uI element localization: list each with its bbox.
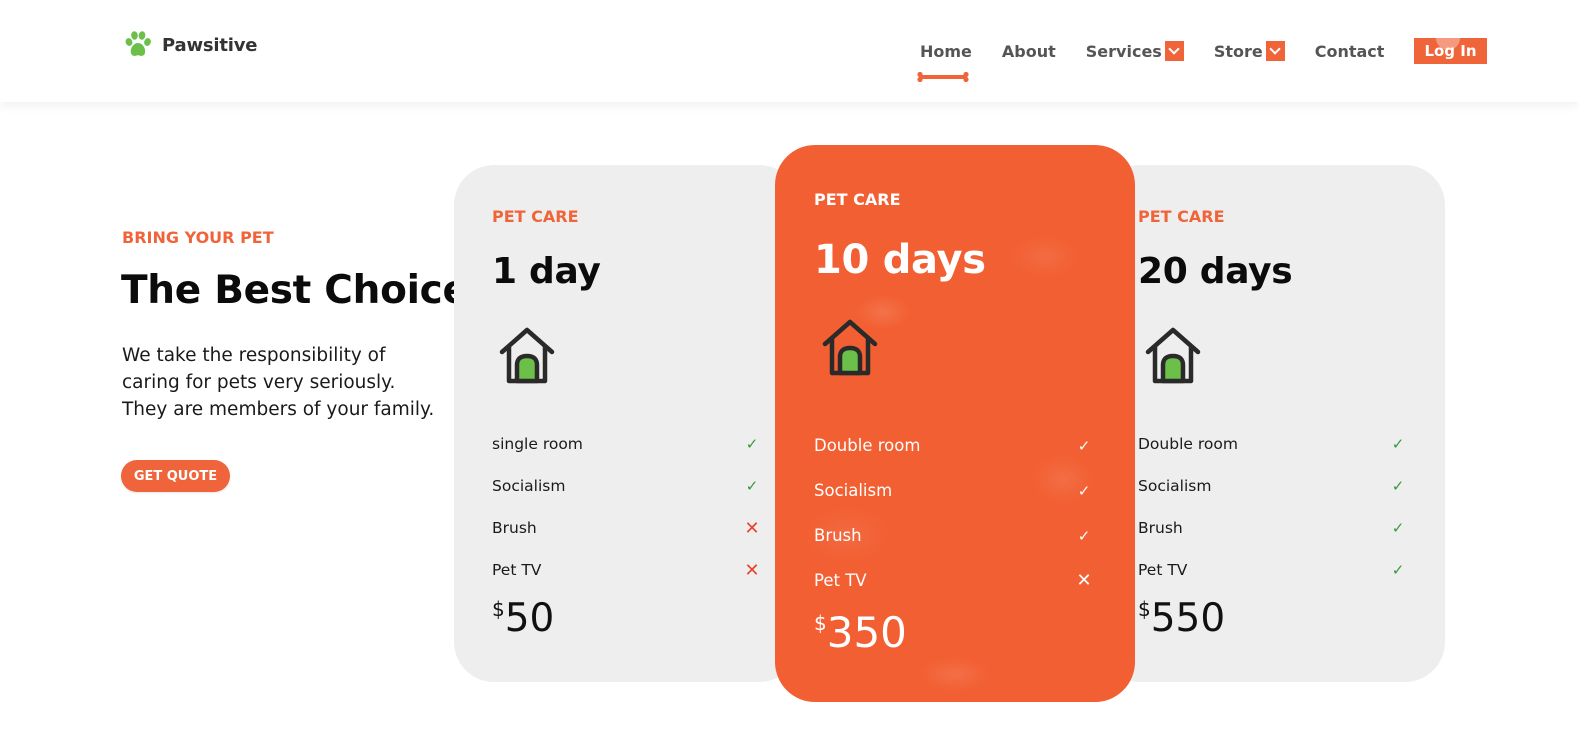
chevron-down-icon[interactable] (1164, 41, 1184, 61)
nav-home-label: Home (920, 41, 972, 61)
price-amount: 350 (826, 608, 907, 657)
main-nav: Home About Services Store Contact Log In (917, 38, 1487, 82)
feature-row: Pet TV ✕ (814, 558, 1093, 603)
feature-row: Brush ✕ (492, 507, 761, 549)
feature-row: Pet TV ✕ (492, 549, 761, 591)
plan-label: PET CARE (814, 190, 901, 209)
feature-name: Brush (492, 519, 537, 537)
price-amount: 50 (504, 596, 555, 641)
pricing-card-1-day: PET CARE 1 day single room ✓ Socialism ✓ Bru… (454, 165, 799, 682)
check-icon: ✓ (745, 435, 759, 453)
paw-icon (125, 31, 151, 56)
price-currency: $ (492, 597, 505, 621)
feature-row: Brush ✓ (1138, 507, 1407, 549)
feature-row: Pet TV ✓ (1138, 549, 1407, 591)
card-content: PET CARE 20 days Double room ✓ Socialism ✓ B… (1138, 165, 1407, 682)
plan-title: 10 days (814, 237, 986, 283)
feature-name: single room (492, 435, 583, 453)
plan-label: PET CARE (1138, 207, 1225, 226)
price-currency: $ (1138, 597, 1151, 621)
pricing-card-20-days: PET CARE 20 days Double room ✓ Socialism ✓ B… (1100, 165, 1445, 682)
nav-services-label: Services (1085, 41, 1162, 61)
feature-row: Double room ✓ (814, 423, 1093, 468)
check-icon: ✓ (1077, 481, 1091, 500)
nav-services[interactable]: Services (1086, 41, 1184, 61)
feature-row: single room ✓ (492, 423, 761, 465)
hero-eyebrow: BRING YOUR PET (122, 228, 274, 247)
hero-title: The Best Choice (121, 268, 469, 313)
feature-row: Brush ✓ (814, 513, 1093, 558)
feature-name: Brush (1138, 519, 1183, 537)
plan-price: $ 550 (1138, 597, 1225, 641)
dog-house-icon (499, 327, 555, 384)
plan-title: 20 days (1138, 251, 1293, 292)
check-icon: ✓ (1391, 435, 1405, 453)
check-icon: ✓ (1391, 519, 1405, 537)
feature-list: single room ✓ Socialism ✓ Brush ✕ Pet TV ✕ (492, 423, 761, 591)
bone-icon (917, 71, 969, 82)
feature-row: Socialism ✓ (814, 468, 1093, 513)
pricing-card-10-days: PET CARE 10 days Double room ✓ Socialism ✓ B… (775, 145, 1135, 702)
feature-list: Double room ✓ Socialism ✓ Brush ✓ Pet TV ✓ (1138, 423, 1407, 591)
nav-about[interactable]: About (1002, 42, 1056, 61)
nav-store[interactable]: Store (1214, 41, 1285, 61)
plan-price: $ 50 (492, 597, 554, 641)
cross-icon: ✕ (744, 517, 760, 539)
check-icon: ✓ (745, 477, 759, 495)
plan-price: $ 350 (814, 611, 907, 655)
check-icon: ✓ (1391, 561, 1405, 579)
feature-row: Socialism ✓ (492, 465, 761, 507)
feature-name: Double room (814, 436, 921, 455)
brand-logo[interactable]: Pawsitive (122, 29, 257, 61)
site-header: Pawsitive Home About Services Store Cont… (0, 0, 1579, 102)
check-icon: ✓ (1077, 436, 1091, 455)
feature-name: Double room (1138, 435, 1238, 453)
hero-description: We take the responsibility of caring for… (122, 345, 435, 420)
feature-name: Socialism (814, 481, 893, 500)
cross-icon: ✕ (744, 559, 760, 581)
feature-row: Socialism ✓ (1138, 465, 1407, 507)
get-quote-button[interactable]: GET QUOTE (121, 460, 230, 492)
brand-name: Pawsitive (162, 34, 258, 56)
dog-house-icon (822, 319, 878, 376)
feature-name: Pet TV (1138, 561, 1188, 579)
check-icon: ✓ (1391, 477, 1405, 495)
nav-contact[interactable]: Contact (1315, 42, 1385, 61)
plan-label: PET CARE (492, 207, 579, 226)
feature-name: Socialism (492, 477, 566, 495)
nav-store-label: Store (1213, 41, 1263, 61)
feature-row: Double room ✓ (1138, 423, 1407, 465)
check-icon: ✓ (1077, 526, 1091, 545)
feature-name: Socialism (1138, 477, 1212, 495)
login-button[interactable]: Log In (1414, 38, 1487, 64)
feature-list: Double room ✓ Socialism ✓ Brush ✓ Pet TV ✕ (814, 423, 1093, 603)
plan-title: 1 day (492, 251, 601, 292)
feature-name: Pet TV (492, 561, 542, 579)
price-currency: $ (814, 611, 827, 635)
feature-name: Brush (814, 526, 862, 545)
card-content: PET CARE 1 day single room ✓ Socialism ✓ Bru… (492, 165, 761, 682)
nav-contact-label: Contact (1314, 41, 1385, 61)
feature-name: Pet TV (814, 571, 867, 590)
nav-about-label: About (1001, 41, 1056, 61)
chevron-down-icon[interactable] (1265, 41, 1285, 61)
cross-icon: ✕ (1076, 570, 1092, 591)
nav-home[interactable]: Home (917, 41, 972, 82)
card-content: PET CARE 10 days Double room ✓ Socialism ✓ B… (814, 145, 1093, 702)
price-amount: 550 (1150, 596, 1226, 641)
dog-house-icon (1145, 327, 1201, 384)
